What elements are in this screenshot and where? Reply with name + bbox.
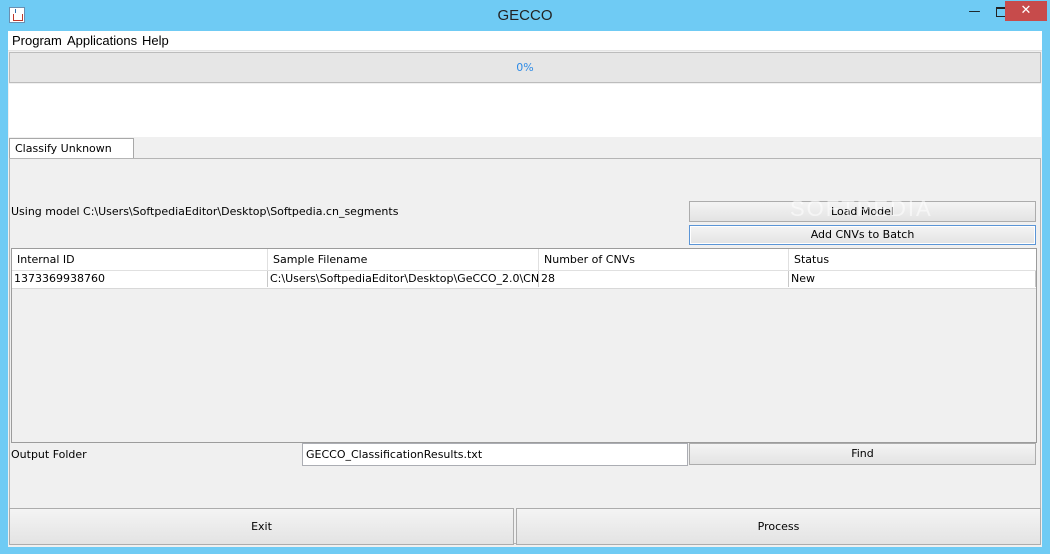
output-folder-input[interactable] xyxy=(302,443,688,466)
cnv-batch-table[interactable]: Internal ID Sample Filename Number of CN… xyxy=(11,248,1037,443)
model-path-label: Using model C:\Users\SoftpediaEditor\Des… xyxy=(11,205,399,218)
cell-sample-filename[interactable]: C:\Users\SoftpediaEditor\Desktop\GeCCO_2… xyxy=(268,271,539,287)
menu-program[interactable]: Program xyxy=(12,33,62,48)
progress-label: 0% xyxy=(516,61,534,74)
watermark: SOFTPEDIA xyxy=(790,196,933,221)
window-frame-right xyxy=(1042,31,1050,554)
menu-help[interactable]: Help xyxy=(142,33,169,48)
menu-applications[interactable]: Applications xyxy=(67,33,137,48)
maximize-icon xyxy=(995,6,1006,17)
window-frame-left xyxy=(0,31,8,554)
close-button[interactable]: ✕ xyxy=(1005,1,1047,21)
process-button[interactable]: Process xyxy=(516,508,1041,545)
window-frame-bottom xyxy=(0,547,1050,554)
table-row[interactable]: 1373369938760 C:\Users\SoftpediaEditor\D… xyxy=(12,271,1036,289)
add-cnvs-to-batch-button[interactable]: Add CNVs to Batch xyxy=(689,225,1036,245)
column-header-status[interactable]: Status xyxy=(789,249,1036,271)
output-folder-label: Output Folder xyxy=(11,448,87,461)
minimize-button[interactable]: — xyxy=(961,1,988,21)
cell-status[interactable]: New xyxy=(789,271,1036,287)
tab-classify-unknown-cnvs[interactable]: Classify Unknown CNVs xyxy=(9,138,134,175)
find-button[interactable]: Find xyxy=(689,443,1036,465)
status-area xyxy=(9,84,1041,137)
menu-bar: Program Applications Help xyxy=(8,31,1042,51)
column-header-sample-filename[interactable]: Sample Filename xyxy=(268,249,539,271)
cell-internal-id[interactable]: 1373369938760 xyxy=(12,271,268,287)
column-header-number-of-cnvs[interactable]: Number of CNVs xyxy=(539,249,789,271)
cell-number-of-cnvs[interactable]: 28 xyxy=(539,271,789,287)
table-header: Internal ID Sample Filename Number of CN… xyxy=(12,249,1036,271)
progress-bar: 0% xyxy=(9,52,1041,83)
window-title: GECCO xyxy=(497,7,553,24)
column-header-internal-id[interactable]: Internal ID xyxy=(12,249,268,271)
exit-button[interactable]: Exit xyxy=(9,508,514,545)
